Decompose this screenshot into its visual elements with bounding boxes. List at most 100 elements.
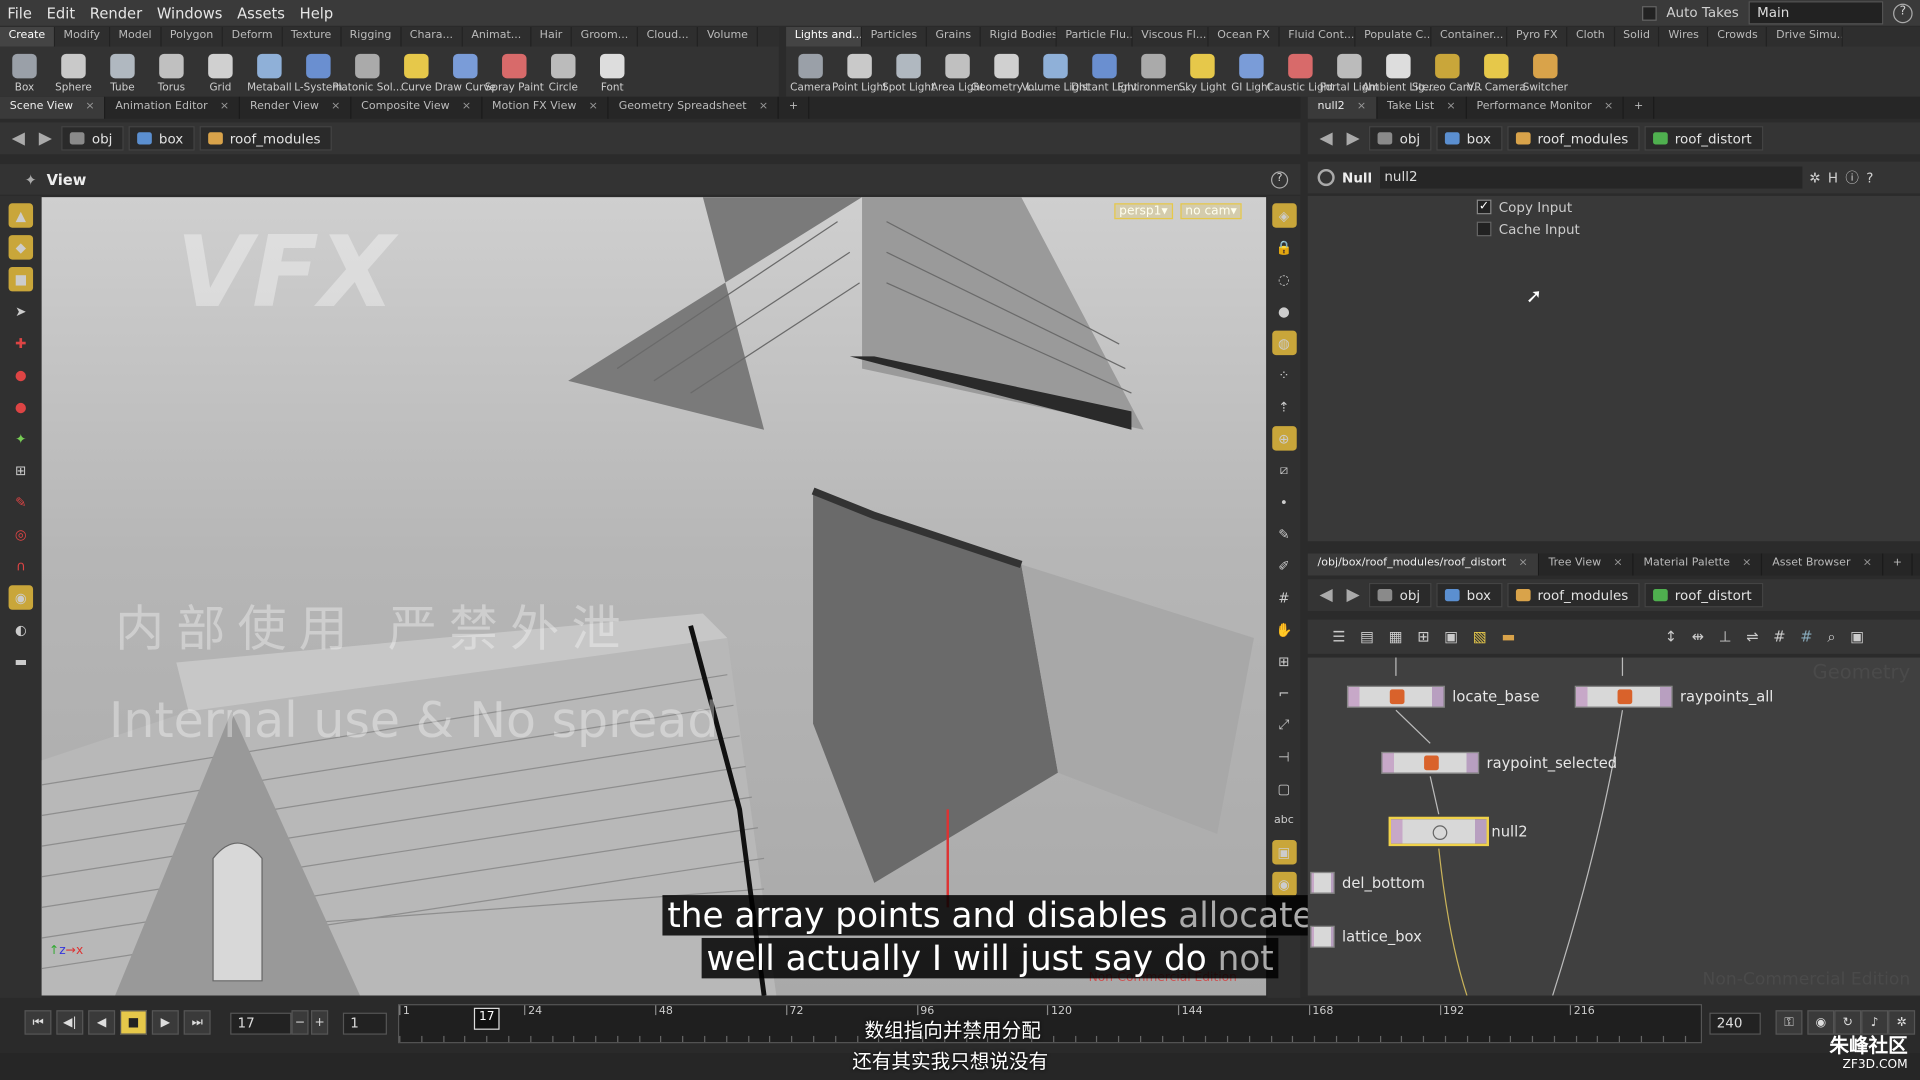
shelf-tab-rigid-bodies[interactable]: Rigid Bodies [981,26,1057,47]
split-icon[interactable]: ⊣ [1272,744,1296,768]
hand-icon[interactable]: ✋ [1272,617,1296,641]
shelf-tab-lights-and[interactable]: Lights and... [786,26,863,47]
shelf-tab-fluid-cont[interactable]: Fluid Cont... [1280,26,1356,47]
tool-platonic-sol[interactable]: Platonic Sol... [332,47,403,97]
shelf-tab-cloth[interactable]: Cloth [1567,26,1615,47]
close-icon[interactable]: × [1518,557,1527,572]
breadcrumb-roof-modules[interactable]: roof_modules [1506,582,1640,608]
shelf-tab-wires[interactable]: Wires [1660,26,1709,47]
shelf-tab-model[interactable]: Model [110,26,162,47]
select-tool-icon[interactable]: ▲ [8,203,34,228]
shelf-tab-modify[interactable]: Modify [55,26,110,47]
info-icon[interactable]: ⓘ [1845,168,1858,188]
display-options-icon[interactable]: ◈ [1271,203,1297,228]
camera-tool-icon[interactable]: ◐ [9,617,33,641]
pointer-icon[interactable]: ➤ [9,299,33,323]
add-tab-icon[interactable]: + [1883,553,1914,576]
close-icon[interactable]: × [1604,100,1613,115]
pane-tab-render-view[interactable]: Render View × [240,96,352,119]
shading-icon[interactable]: ● [1272,299,1296,323]
pane-tab-obj-box-roof-modules-roof-distort[interactable]: /obj/box/roof_modules/roof_distort × [1307,553,1539,576]
pane-tab-animation-editor[interactable]: Animation Editor × [106,96,241,119]
copy-input-checkbox[interactable]: ✓ [1476,199,1492,215]
pane-tab-geometry-spreadsheet[interactable]: Geometry Spreadsheet × [609,96,780,119]
scale-icon[interactable]: ⤢ [1272,713,1296,737]
shelf-tab-animat[interactable]: Animat... [463,26,532,47]
jump-end-icon[interactable]: ⏭ [183,1010,211,1035]
points-icon[interactable]: ⁘ [1272,362,1296,386]
node-locate-base[interactable]: locate_base [1346,684,1540,708]
desktop-select[interactable]: Main [1748,1,1884,25]
current-frame-field[interactable]: 17 [230,1012,292,1035]
close-icon[interactable]: × [331,100,340,115]
render-region-icon[interactable]: ◉ [8,585,34,610]
timeline-ruler[interactable]: 1 24 48 72 96 120 144 168 192 216 17 [397,1004,1703,1044]
frame-minus-icon[interactable]: − [291,1010,309,1035]
lasso-icon[interactable]: ◎ [9,522,33,546]
breadcrumb-box[interactable]: box [1436,126,1503,151]
ghost-icon[interactable]: ◌ [1272,267,1296,291]
snap-grid-icon[interactable]: # [1800,628,1812,645]
pin-icon[interactable]: ✦ [24,171,36,188]
shelf-tab-particles[interactable]: Particles [862,26,927,47]
shelf-tab-hair[interactable]: Hair [531,26,573,47]
param-back-arrow-icon[interactable]: ◀ [1315,129,1337,149]
pen-icon[interactable]: ✐ [1272,553,1296,577]
box-icon[interactable]: ▢ [1272,776,1296,800]
forward-arrow-icon[interactable]: ▶ [34,129,56,149]
shelf-tab-pyro-fx[interactable]: Pyro FX [1507,26,1568,47]
layout-icon[interactable]: ↕ [1665,628,1677,645]
gear-icon[interactable]: ✲ [1809,170,1820,186]
breadcrumb-roof-modules[interactable]: roof_modules [199,126,332,151]
scale-tool-icon[interactable]: ● [9,394,33,418]
tool-vr-camera[interactable]: VR Camera [1467,47,1526,97]
marker-icon[interactable]: ◉ [1271,871,1297,897]
shelf-tab-solid[interactable]: Solid [1615,26,1660,47]
pane-tab-asset-browser[interactable]: Asset Browser × [1762,553,1883,576]
node-null2[interactable]: null2 [1388,816,1528,847]
shelf-tab-crowds[interactable]: Crowds [1709,26,1768,47]
grid-icon[interactable]: ⊞ [1272,649,1296,673]
end-frame-field[interactable]: 240 [1709,1012,1761,1035]
breadcrumb-roof-distort[interactable]: roof_distort [1644,126,1763,151]
snapshot-icon[interactable]: ▬ [9,649,33,673]
sticky-note-icon[interactable]: ▧ [1473,628,1487,645]
align-icon[interactable]: ⇹ [1692,628,1704,645]
handles-icon[interactable]: ⊞ [9,458,33,482]
add-tab-icon[interactable]: + [1624,96,1655,119]
shelf-tab-chara[interactable]: Chara... [401,26,463,47]
wireframe-icon[interactable]: ⧄ [1272,458,1296,482]
auto-takes-checkbox[interactable] [1641,5,1657,21]
menu-file[interactable]: File [0,4,39,21]
playhead[interactable]: 17 [474,1007,500,1030]
play-icon[interactable]: ▶ [151,1010,179,1035]
shelf-tab-drive-simu[interactable]: Drive Simu... [1768,26,1844,47]
close-icon[interactable]: × [1357,100,1366,115]
tool-grid[interactable]: Grid [196,47,245,97]
close-icon[interactable]: × [589,100,598,115]
tool-stereo-cam[interactable]: Stereo Cam... [1412,47,1483,97]
shelf-tab-particle-flu[interactable]: Particle Flu... [1057,26,1133,47]
numbers-icon[interactable]: # [1272,585,1296,609]
handle-tool-icon[interactable]: ■ [8,266,34,292]
back-arrow-icon[interactable]: ◀ [7,129,29,149]
tool-environmen[interactable]: Environmen... [1117,47,1190,97]
menu-edit[interactable]: Edit [39,4,82,21]
close-icon[interactable]: × [1742,557,1751,572]
close-icon[interactable]: × [1863,557,1872,572]
no-cam-menu[interactable]: no cam▾ [1180,203,1242,220]
param-forward-arrow-icon[interactable]: ▶ [1342,129,1364,149]
breadcrumb-obj[interactable]: obj [1368,582,1432,608]
shelf-tab-container[interactable]: Container... [1431,26,1508,47]
jump-start-icon[interactable]: ⏮ [24,1010,52,1035]
step-field[interactable]: 1 [342,1012,387,1035]
node-raypoint-selected[interactable]: raypoint_selected [1381,751,1617,775]
search-icon[interactable]: ⌕ [1827,628,1835,646]
tree-icon[interactable]: ☰ [1332,628,1345,645]
table-icon[interactable]: ▦ [1389,628,1403,645]
image-icon[interactable]: ▣ [1271,840,1297,865]
menu-render[interactable]: Render [82,4,149,21]
viewer-help-icon[interactable]: ? [1271,170,1289,188]
tool-draw-curve[interactable]: Draw Curve [435,47,496,97]
shelf-tab-viscous-fl[interactable]: Viscous Fl... [1133,26,1209,47]
